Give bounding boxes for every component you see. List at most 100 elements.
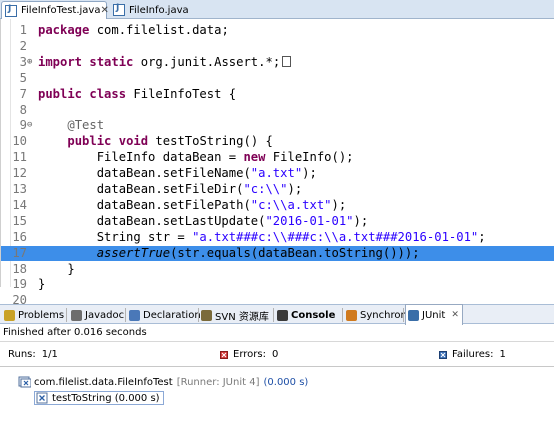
tree-test-node[interactable]: testToString (0.000 s) (34, 391, 164, 405)
code-line[interactable]: 18 } (1, 262, 554, 278)
tab-label: FileInfoTest.java (21, 5, 101, 16)
tab-fileinfotest-java[interactable]: FileInfoTest.java ✕ (1, 1, 109, 19)
code-line[interactable]: 12 dataBean.setFileName("a.txt"); (1, 166, 554, 182)
close-icon[interactable]: ✕ (100, 5, 108, 16)
line-number: 14 (12, 197, 27, 212)
code-text: import static org.junit.Assert.*; (38, 55, 292, 71)
view-tab-declaration[interactable]: Declaration (127, 305, 201, 325)
tree-suite-node[interactable]: com.filelist.data.FileInfoTest [Runner: … (18, 376, 308, 388)
line-number: 5 (19, 70, 27, 85)
code-text: dataBean.setFilePath("c:\\a.txt"); (38, 197, 347, 212)
view-tab-label: Declaration (143, 309, 201, 321)
code-text: assertTrue(str.equals(dataBean.toString(… (96, 245, 420, 260)
line-number: 17 (12, 245, 27, 260)
tab-separator (273, 308, 274, 322)
code-line[interactable]: 1 package com.filelist.data; (1, 23, 554, 39)
failures-counter: Failures: 1 (439, 349, 506, 360)
view-tab-label: Console (291, 309, 336, 321)
line-number: 15 (12, 213, 27, 228)
test-tree: com.filelist.data.FileInfoTest [Runner: … (0, 370, 554, 437)
code-line[interactable]: 10 public void testToString() { (1, 134, 554, 150)
runs-counter: Runs: 1/1 (8, 349, 58, 360)
junit-counters: Runs: 1/1 Errors: 0 Failures: 1 (0, 341, 554, 367)
code-line[interactable]: 17 assertTrue(str.equals(dataBean.toStri… (1, 245, 554, 262)
error-icon (220, 350, 228, 359)
view-tab-problems[interactable]: Problems (2, 305, 65, 325)
code-text: @Test (67, 118, 105, 133)
code-line[interactable]: 14 dataBean.setFilePath("c:\\a.txt"); (1, 198, 554, 214)
code-line[interactable]: 2 (1, 39, 554, 55)
suite-time: (0.000 s) (263, 376, 309, 388)
code-line[interactable]: 16 String str = "a.txt###c:\\###c:\\a.tx… (1, 230, 554, 246)
view-tab-javadoc[interactable]: Javadoc (69, 305, 124, 325)
editor-tab-bar: FileInfoTest.java ✕ FileInfo.java (0, 0, 554, 19)
svn-icon (201, 309, 212, 321)
view-tab-label: Javadoc (85, 309, 125, 321)
code-editor[interactable]: 1 package com.filelist.data; 2 3 ⊕ import sta… (0, 19, 554, 307)
declaration-icon (129, 309, 140, 321)
code-line[interactable]: 7 public class FileInfoTest { (1, 87, 554, 103)
view-tab-svn[interactable]: SVN 资源库 (199, 305, 272, 325)
code-text: dataBean.setLastUpdate("2016-01-01"); (38, 213, 369, 228)
java-file-icon (113, 3, 125, 16)
code-text: FileInfo dataBean = new FileInfo(); (38, 150, 354, 165)
runs-label: Runs: (8, 349, 36, 360)
line-number: 8 (19, 102, 27, 117)
close-icon[interactable]: ✕ (451, 310, 459, 320)
failures-label: Failures: (452, 349, 494, 360)
failure-icon (439, 350, 447, 359)
code-line[interactable]: 9 ⊖ @Test (1, 118, 554, 134)
line-number: 2 (19, 38, 27, 53)
code-text: package com.filelist.data; (38, 23, 229, 37)
view-tab-synchronize[interactable]: Synchronize (344, 305, 421, 325)
code-text: public void testToString() { (67, 134, 273, 149)
suite-name: com.filelist.data.FileInfoTest (34, 376, 173, 388)
view-tab-junit[interactable]: JUnit ✕ (405, 304, 463, 325)
errors-value: 0 (271, 349, 279, 360)
java-file-icon (5, 4, 17, 17)
line-number: 3 (19, 54, 27, 69)
junit-icon (408, 309, 419, 321)
view-tab-console[interactable]: Console (275, 305, 341, 325)
tab-separator (125, 308, 126, 322)
problems-icon (4, 309, 15, 321)
view-tab-label: Problems (18, 309, 65, 321)
errors-label: Errors: (233, 349, 266, 360)
test-suite-icon (18, 376, 31, 388)
code-line[interactable]: 3 ⊕ import static org.junit.Assert.*; (1, 55, 554, 71)
code-text: String str = "a.txt###c:\\###c:\\a.txt##… (38, 229, 486, 244)
code-line[interactable]: 11 FileInfo dataBean = new FileInfo(); (1, 150, 554, 166)
code-text: } (38, 277, 46, 292)
console-icon (277, 309, 288, 321)
failures-value: 1 (499, 349, 506, 360)
line-number: 19 (12, 277, 27, 292)
suite-runner: [Runner: JUnit 4] (176, 376, 260, 388)
sync-icon (346, 309, 357, 321)
code-text: dataBean.setFileDir("c:\\"); (38, 182, 303, 196)
junit-status: Finished after 0.016 seconds (3, 327, 147, 338)
tab-separator (403, 308, 404, 322)
at-icon (71, 309, 82, 321)
views-tab-bar: Problems Javadoc Declaration SVN 资源库 Console… (0, 304, 554, 325)
code-line[interactable]: 13 dataBean.setFileDir("c:\\"); (1, 182, 554, 198)
code-text: } (38, 261, 75, 276)
line-number: 18 (12, 261, 27, 276)
line-number: 1 (19, 23, 27, 37)
code-line[interactable]: 5 (1, 71, 554, 87)
tab-separator (342, 308, 343, 322)
tab-fileinfo-java[interactable]: FileInfo.java (110, 1, 200, 19)
line-number: 16 (12, 229, 27, 244)
tab-label: FileInfo.java (129, 4, 189, 16)
code-line[interactable]: 8 (1, 103, 554, 119)
line-number: 13 (12, 182, 27, 196)
code-line[interactable]: 19} (1, 277, 554, 293)
test-failed-icon (36, 392, 48, 404)
code-line[interactable]: 15 dataBean.setLastUpdate("2016-01-01"); (1, 214, 554, 230)
code-text: public class FileInfoTest { (38, 86, 237, 101)
fold-collapse-icon[interactable]: ⊖ (27, 118, 35, 134)
view-tab-label: JUnit (422, 309, 446, 321)
line-number: 10 (12, 134, 27, 149)
line-number: 12 (12, 166, 27, 181)
fold-expand-icon[interactable]: ⊕ (27, 55, 35, 71)
test-name: testToString (0.000 s) (52, 392, 160, 404)
